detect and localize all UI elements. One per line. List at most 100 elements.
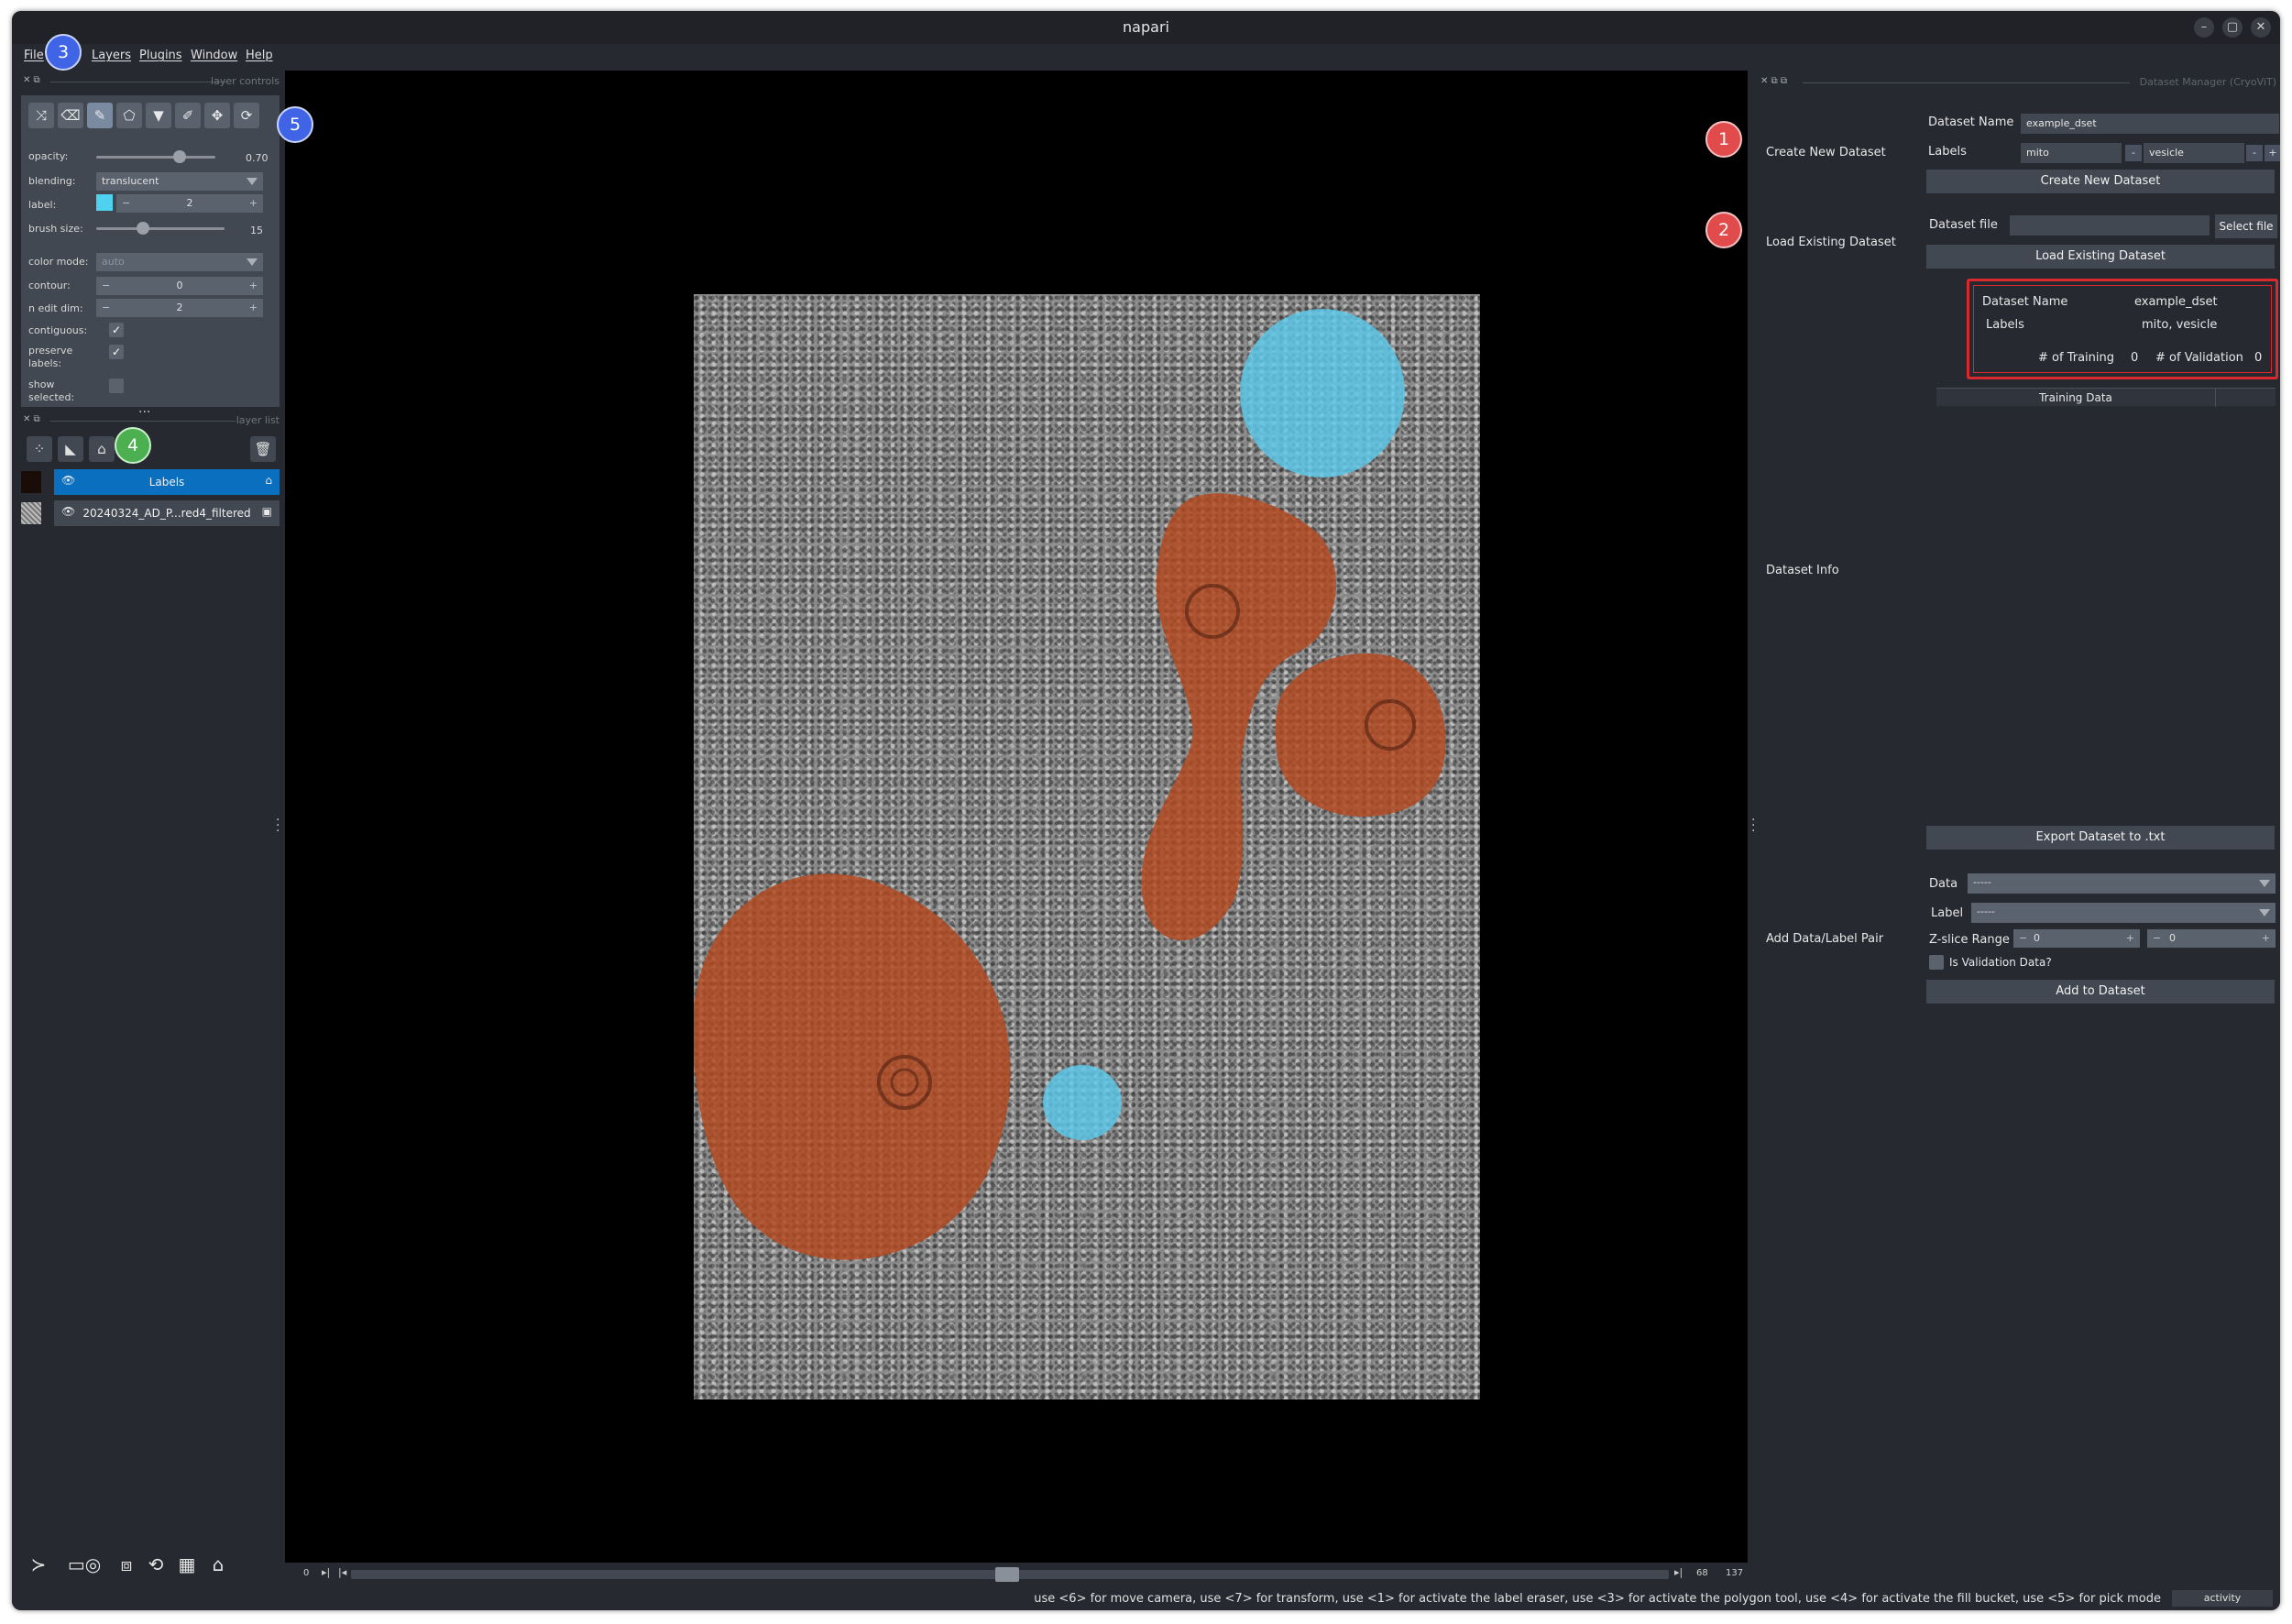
preserve-labels-checkbox[interactable]: ✓	[109, 345, 124, 359]
menu-file[interactable]: File	[24, 49, 44, 62]
data-select[interactable]: -----	[1968, 873, 2276, 894]
window-title: napari	[1123, 18, 1169, 36]
new-shapes-layer-icon[interactable]: ◣	[58, 436, 83, 462]
plus-icon[interactable]: +	[249, 194, 258, 213]
transpose-icon[interactable]: ⟲	[142, 1551, 170, 1578]
z-end-spinbox[interactable]: − 0 +	[2147, 929, 2276, 948]
new-labels-layer-icon[interactable]: ⌂	[89, 436, 115, 462]
dims-slider-handle[interactable]	[995, 1567, 1019, 1582]
add-label-button[interactable]: +	[2265, 145, 2280, 161]
menu-layers[interactable]: Layers	[92, 49, 131, 62]
load-dataset-button[interactable]: Load Existing Dataset	[1926, 245, 2275, 269]
layer-thumbnail	[21, 502, 41, 524]
label-overlay	[694, 309, 1446, 1260]
create-dataset-button[interactable]: Create New Dataset	[1926, 170, 2275, 193]
activity-button[interactable]: activity	[2172, 1590, 2273, 1607]
console-icon[interactable]: ≻	[25, 1551, 52, 1578]
color-mode-select[interactable]: auto	[96, 253, 263, 271]
training-data-tab[interactable]: Training Data	[1936, 389, 2216, 407]
minimize-button[interactable]: –	[2194, 17, 2214, 38]
plus-icon[interactable]: +	[2126, 929, 2134, 948]
remove-label-button[interactable]: -	[2125, 145, 2142, 161]
viewer-canvas[interactable]	[285, 71, 1748, 1563]
dock-splitter-left[interactable]: · · ·	[276, 814, 280, 838]
menu-help[interactable]: Help	[246, 49, 273, 62]
dock-title: Dataset Manager (CryoViT)	[2139, 76, 2276, 88]
brush-size-slider-handle[interactable]	[137, 222, 149, 235]
data-select-value: -----	[1973, 876, 1991, 888]
preserve-labels-label: preserve labels:	[28, 345, 73, 369]
export-dataset-button[interactable]: Export Dataset to .txt	[1926, 826, 2275, 850]
eraser-icon[interactable]: ⌫	[58, 103, 83, 128]
step-forward-icon[interactable]: ▸|	[1674, 1566, 1683, 1578]
transform-icon[interactable]: ⟳	[234, 103, 259, 128]
layer-row-image[interactable]: 👁 20240324_AD_P...red4_filtered ▣	[21, 500, 280, 526]
step-back-icon[interactable]: |◂	[338, 1566, 346, 1578]
info-training-label: # of Training	[2038, 351, 2114, 365]
tomogram-image[interactable]	[694, 294, 1480, 1399]
layer-row-body[interactable]: 👁 Labels ⌂	[54, 469, 280, 495]
float-icon[interactable]: ✕ ⧉ ⧉	[1760, 76, 1787, 86]
z-end-value: 0	[2169, 932, 2176, 944]
add-to-dataset-button[interactable]: Add to Dataset	[1926, 980, 2275, 1004]
dock-splitter-right[interactable]: · · ·	[1751, 814, 1755, 838]
annotation-badge-4: 4	[115, 427, 151, 464]
new-points-layer-icon[interactable]: ⁘	[27, 436, 52, 462]
minus-icon[interactable]: −	[2153, 929, 2161, 948]
opacity-slider-handle[interactable]	[173, 150, 186, 163]
label-input-1[interactable]: mito	[2021, 143, 2122, 163]
dataset-name-input[interactable]: example_dset	[2021, 114, 2279, 134]
remove-label-button[interactable]: -	[2246, 145, 2263, 161]
opacity-slider[interactable]	[96, 156, 215, 159]
info-labels-label: Labels	[1986, 318, 2024, 332]
title-bar: napari – ▢ ✕	[12, 11, 2280, 44]
home-icon[interactable]: ⌂	[204, 1551, 232, 1578]
minus-icon: -	[2132, 147, 2135, 159]
layer-row-labels[interactable]: 👁 Labels ⌂	[21, 469, 280, 495]
color-picker-icon[interactable]: ✐	[175, 103, 201, 128]
pan-zoom-icon[interactable]: ✥	[204, 103, 230, 128]
n-edit-dim-spinbox[interactable]: − 2 +	[96, 299, 263, 317]
polygon-icon[interactable]: ⬠	[116, 103, 142, 128]
minus-icon[interactable]: −	[2019, 929, 2027, 948]
shuffle-icon[interactable]: ⤨	[28, 103, 54, 128]
color-mode-value: auto	[102, 256, 125, 268]
ndisplay-toggle-icon[interactable]: ▭◎	[61, 1551, 107, 1578]
menu-window[interactable]: Window	[191, 49, 237, 62]
contiguous-checkbox[interactable]: ✓	[109, 323, 124, 337]
paintbrush-icon[interactable]: ✎	[87, 103, 113, 128]
plus-icon[interactable]: +	[2262, 929, 2270, 948]
dataset-name-value: example_dset	[2026, 117, 2097, 129]
annotation-badge-2: 2	[1705, 212, 1742, 248]
label-spinbox[interactable]: − 2 +	[116, 194, 263, 213]
plus-icon[interactable]: +	[249, 299, 258, 317]
z-start-spinbox[interactable]: − 0 +	[2013, 929, 2140, 948]
vesicle-label	[1240, 309, 1405, 477]
menu-plugins[interactable]: Plugins	[139, 49, 182, 62]
layer-row-body[interactable]: 👁 20240324_AD_P...red4_filtered ▣	[54, 500, 280, 526]
layer-list-header: ✕ ⧉ layer list	[23, 414, 280, 429]
delete-layer-icon[interactable]: 🗑	[250, 436, 276, 462]
plus-icon[interactable]: +	[249, 277, 258, 295]
label-color-swatch[interactable]	[96, 194, 113, 211]
float-icon[interactable]: ✕ ⧉	[23, 75, 40, 85]
select-file-button[interactable]: Select file	[2215, 214, 2277, 238]
roll-axes-icon[interactable]: ⧈	[113, 1551, 140, 1578]
maximize-button[interactable]: ▢	[2222, 17, 2243, 38]
close-button[interactable]: ✕	[2251, 17, 2271, 38]
fill-bucket-icon[interactable]: ▼	[146, 103, 171, 128]
float-icon[interactable]: ✕ ⧉	[23, 414, 40, 424]
is-validation-checkbox[interactable]	[1929, 955, 1944, 970]
layer-name: 20240324_AD_P...red4_filtered	[82, 507, 251, 520]
play-icon[interactable]: ▸|	[322, 1566, 330, 1578]
show-selected-checkbox[interactable]	[109, 379, 124, 393]
label-input-2[interactable]: vesicle	[2144, 143, 2244, 163]
dataset-file-input[interactable]	[2010, 215, 2210, 236]
contour-spinbox[interactable]: − 0 +	[96, 277, 263, 295]
dataset-name-label: Dataset Name	[1928, 115, 2014, 129]
blending-select[interactable]: translucent	[96, 172, 263, 191]
layer-name: Labels	[148, 476, 185, 488]
label-select[interactable]: -----	[1971, 903, 2276, 923]
grid-icon[interactable]: ▦	[173, 1551, 201, 1578]
brush-size-slider[interactable]	[96, 227, 225, 230]
